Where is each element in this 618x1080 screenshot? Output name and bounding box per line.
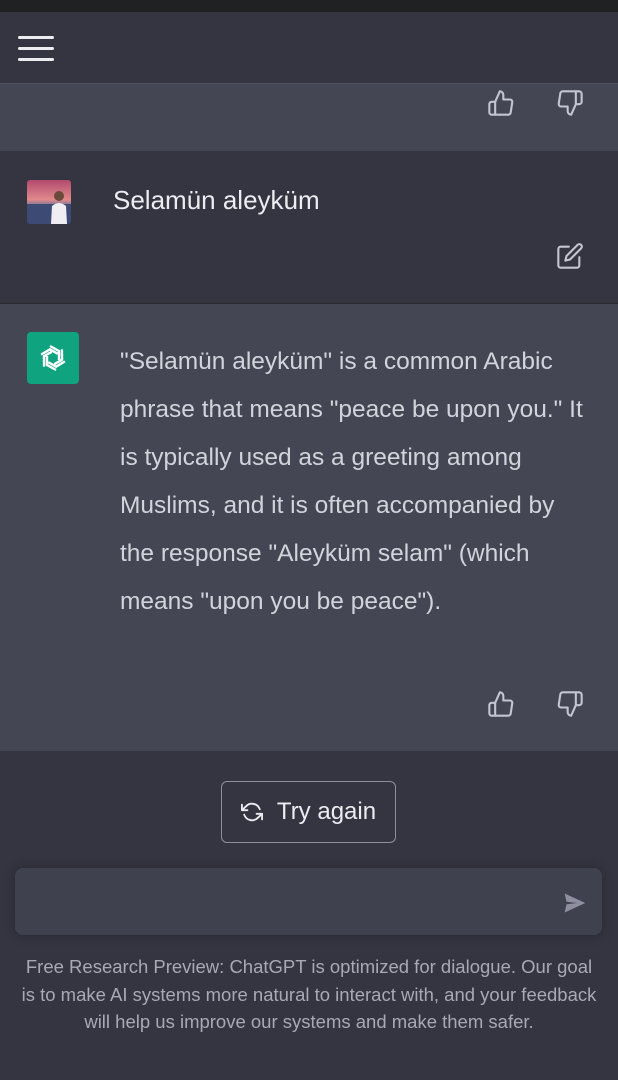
thumbs-up-icon[interactable] (486, 88, 516, 118)
edit-icon[interactable] (555, 241, 585, 271)
openai-logo-icon (27, 332, 79, 384)
assistant-message-text: "Selamün aleyküm" is a common Arabic phr… (120, 348, 583, 615)
user-avatar (27, 180, 71, 224)
send-icon[interactable] (562, 890, 588, 916)
user-message-text: Selamün aleyküm (113, 185, 320, 215)
message-composer (15, 868, 602, 935)
assistant-message: "Selamün aleyküm" is a common Arabic phr… (0, 304, 618, 751)
previous-message-tail (0, 84, 618, 151)
thumbs-down-icon[interactable] (555, 88, 585, 118)
try-again-button[interactable]: Try again (221, 781, 396, 843)
hamburger-menu-icon[interactable] (18, 34, 56, 64)
thumbs-down-icon[interactable] (555, 689, 585, 719)
thumbs-up-icon[interactable] (486, 689, 516, 719)
footer-disclaimer: Free Research Preview: ChatGPT is optimi… (21, 956, 597, 1032)
message-input[interactable] (31, 888, 555, 922)
top-bar (0, 12, 618, 84)
status-bar (0, 0, 618, 12)
user-message: Selamün aleyküm (0, 151, 618, 304)
try-again-label: Try again (276, 798, 377, 825)
refresh-icon (240, 801, 263, 823)
